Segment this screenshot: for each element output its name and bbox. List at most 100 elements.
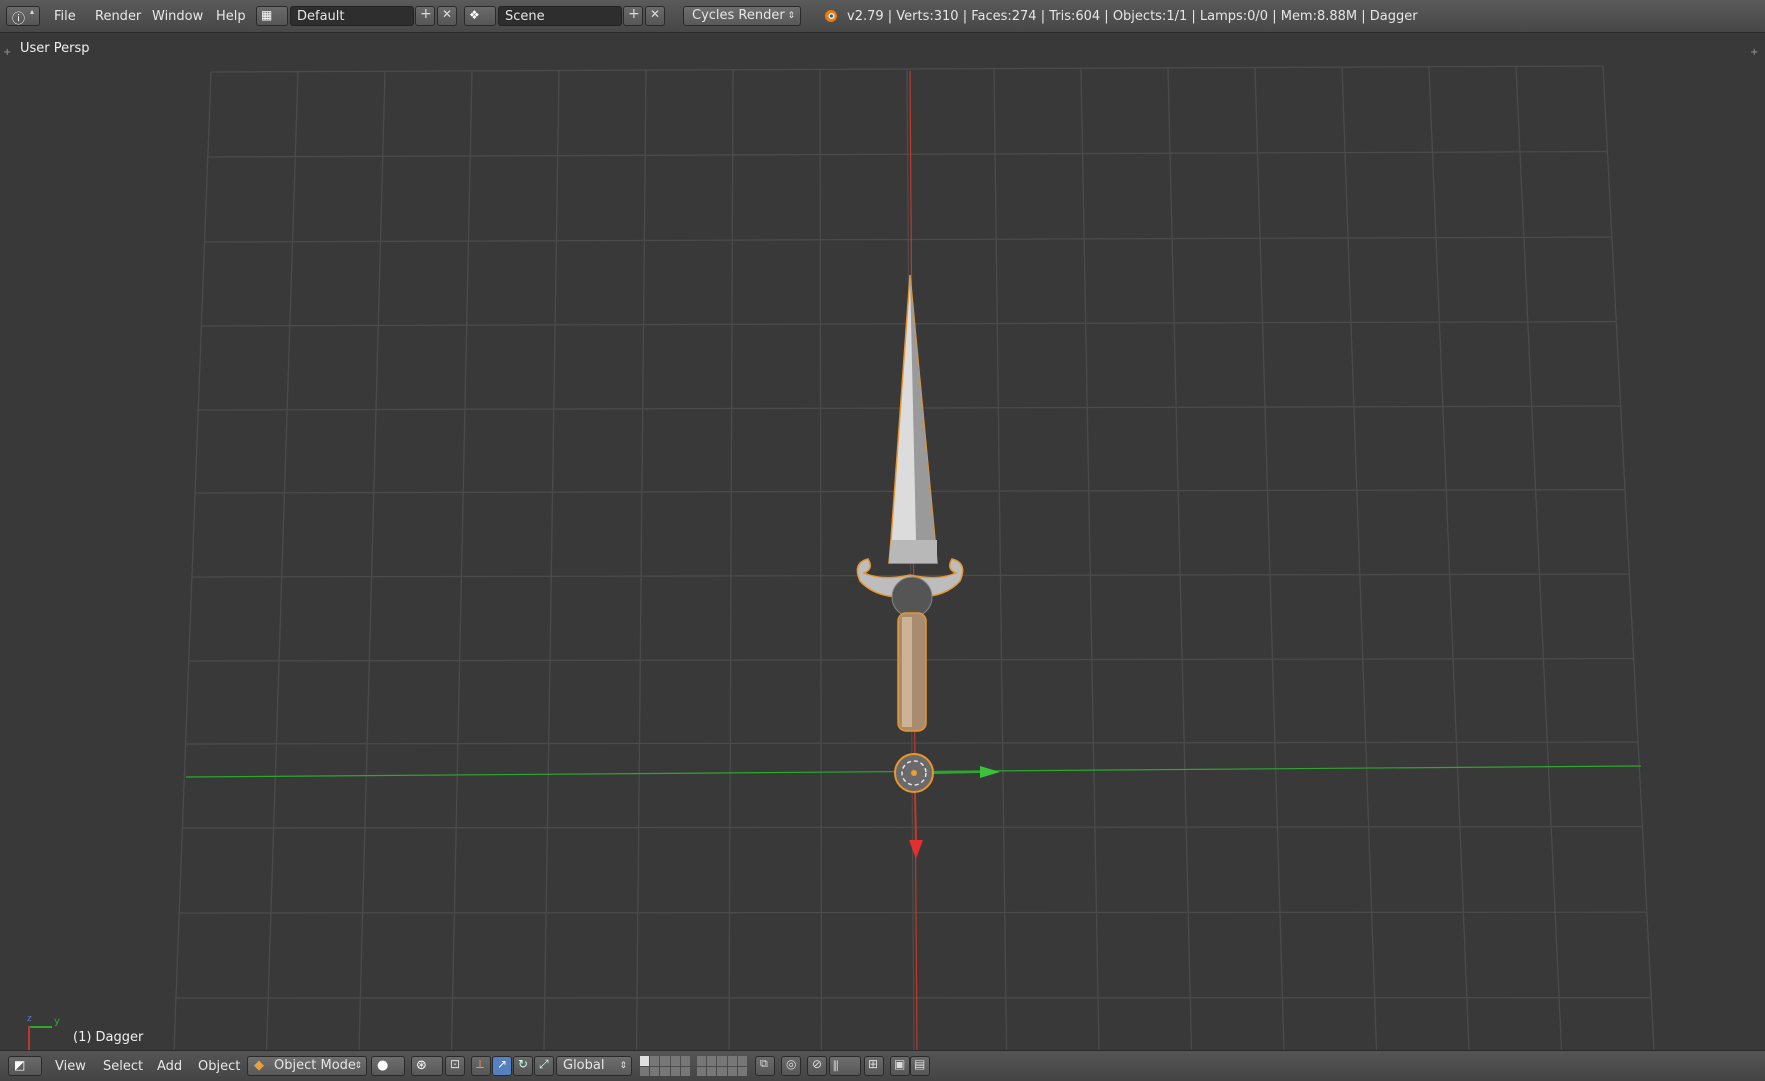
snap-toggle-button[interactable]: ⊘ (807, 1056, 827, 1076)
render-engine-label: Cycles Render (692, 8, 785, 23)
editor-type-button[interactable]: ◩ (8, 1056, 42, 1076)
interaction-mode-dropdown[interactable]: ◆ Object Mode ⇕ (247, 1056, 367, 1076)
screen-layout-browse-button[interactable]: ▦ (256, 6, 288, 26)
layers-group-2[interactable] (697, 1056, 747, 1076)
info-editor-type-button[interactable]: ⓘ ▴ (6, 6, 40, 26)
manipulate-center-button[interactable]: ⊡ (445, 1056, 465, 1076)
orientation-label: Global (563, 1058, 604, 1073)
mode-label: Object Mode (274, 1058, 356, 1073)
toolshelf-expand-icon[interactable]: + (3, 47, 11, 58)
chevron-updown-icon: ⇕ (787, 7, 795, 25)
object-origin (911, 770, 917, 776)
layer-button[interactable] (681, 1056, 690, 1066)
dagger-guard-boss (892, 577, 932, 617)
grid-line (637, 70, 647, 1050)
layer-button-active[interactable] (640, 1056, 649, 1066)
proportional-edit-icon: ◎ (786, 1057, 796, 1071)
layer-button[interactable] (650, 1067, 659, 1077)
transform-orientation-dropdown[interactable]: Global ⇕ (556, 1056, 632, 1076)
layer-button[interactable] (671, 1056, 680, 1066)
rotate-manipulator-button[interactable]: ↻ (513, 1056, 533, 1076)
axis-z-label: z (27, 1014, 32, 1024)
region-expand-icon[interactable]: + (1750, 47, 1758, 58)
layer-button[interactable] (738, 1056, 747, 1066)
opengl-render-image-button[interactable]: ▣ (890, 1056, 910, 1076)
render-preview-icon: ▣ (894, 1057, 905, 1071)
proportional-edit-button[interactable]: ◎ (781, 1056, 801, 1076)
grid-line (179, 912, 1647, 913)
render-animation-icon: ▤ (914, 1057, 925, 1071)
pivot-point-dropdown[interactable]: ⊛ (411, 1056, 443, 1076)
layer-button[interactable] (728, 1056, 737, 1066)
scene-browse-button[interactable]: ❖ (464, 6, 496, 26)
menu-help[interactable]: Help (216, 9, 246, 24)
screen-add-button[interactable]: + (415, 6, 435, 26)
active-object-label: (1) Dagger (73, 1030, 143, 1045)
menu-add[interactable]: Add (157, 1059, 182, 1074)
grid-line (1342, 67, 1377, 1050)
layer-button[interactable] (681, 1067, 690, 1077)
pivot-icon: ⊛ (416, 1057, 427, 1075)
layer-button[interactable] (671, 1067, 680, 1077)
layer-button[interactable] (717, 1067, 726, 1077)
layer-button[interactable] (728, 1067, 737, 1077)
grid-line (1603, 66, 1654, 1050)
layer-button[interactable] (697, 1067, 706, 1077)
translate-manipulator-button[interactable]: ↗ (492, 1056, 512, 1076)
layers-widget[interactable] (640, 1056, 750, 1076)
layer-button[interactable] (640, 1067, 649, 1077)
rotate-icon: ↻ (518, 1057, 528, 1071)
blender-logo-icon (822, 7, 838, 23)
layer-button[interactable] (738, 1067, 747, 1077)
grid-line (1516, 66, 1562, 1050)
lock-layers-button[interactable]: ⧉ (755, 1056, 775, 1076)
layer-button[interactable] (707, 1067, 716, 1077)
screen-layout-field[interactable]: Default (290, 6, 414, 26)
layer-button[interactable] (650, 1056, 659, 1066)
3d-view-header: ◩ View Select Add Object ◆ Object Mode ⇕… (0, 1050, 1765, 1081)
grid-line (544, 71, 559, 1051)
info-header: ⓘ ▴ File Render Window Help ▦ Default + … (0, 0, 1765, 33)
layers-group-1[interactable] (640, 1056, 690, 1076)
screen-delete-button[interactable]: ✕ (437, 6, 457, 26)
layer-button[interactable] (660, 1067, 669, 1077)
menu-select[interactable]: Select (103, 1059, 143, 1074)
grid-line (267, 72, 299, 1050)
snap-increment-icon: ⫼ (833, 1057, 839, 1075)
menu-object[interactable]: Object (198, 1059, 240, 1074)
menu-render[interactable]: Render (95, 9, 141, 24)
scene-field[interactable]: Scene (498, 6, 622, 26)
render-engine-dropdown[interactable]: Cycles Render ⇕ (683, 6, 801, 26)
close-icon: ✕ (650, 7, 660, 21)
chevron-updown-icon: ▴ (30, 7, 34, 16)
axis-gizmo: y z (22, 1011, 62, 1051)
layer-button[interactable] (697, 1056, 706, 1066)
axis-y-line (28, 1026, 52, 1028)
scale-icon: ⤢ (539, 1057, 549, 1072)
3d-view-icon: ◩ (14, 1058, 25, 1072)
viewport-shading-dropdown[interactable]: ● (371, 1056, 405, 1076)
info-icon: ⓘ (12, 8, 25, 27)
grid-line (182, 827, 1642, 828)
viewport-canvas[interactable] (0, 33, 1765, 1050)
menu-view[interactable]: View (55, 1059, 86, 1074)
scale-manipulator-button[interactable]: ⤢ (534, 1056, 554, 1076)
menu-file[interactable]: File (54, 9, 76, 24)
3d-viewport[interactable]: User Persp (1) Dagger + + y z (0, 33, 1765, 1050)
scene-delete-button[interactable]: ✕ (645, 6, 665, 26)
grid-line (1081, 68, 1099, 1050)
layout-icon: ▦ (261, 8, 272, 22)
layer-button[interactable] (707, 1056, 716, 1066)
manipulator-toggle-button[interactable]: ⟂ (471, 1056, 491, 1076)
snap-element-dropdown[interactable]: ⫼ (829, 1056, 861, 1076)
layer-button[interactable] (660, 1056, 669, 1066)
opengl-render-animation-button[interactable]: ▤ (910, 1056, 930, 1076)
grid-line (452, 71, 473, 1050)
axis-x-line (28, 1026, 30, 1050)
snap-icon: ⊘ (812, 1057, 822, 1071)
layer-button[interactable] (717, 1056, 726, 1066)
translate-icon: ↗ (497, 1057, 507, 1071)
scene-add-button[interactable]: + (623, 6, 643, 26)
menu-window[interactable]: Window (152, 9, 203, 24)
snap-target-button[interactable]: ⊞ (864, 1056, 884, 1076)
